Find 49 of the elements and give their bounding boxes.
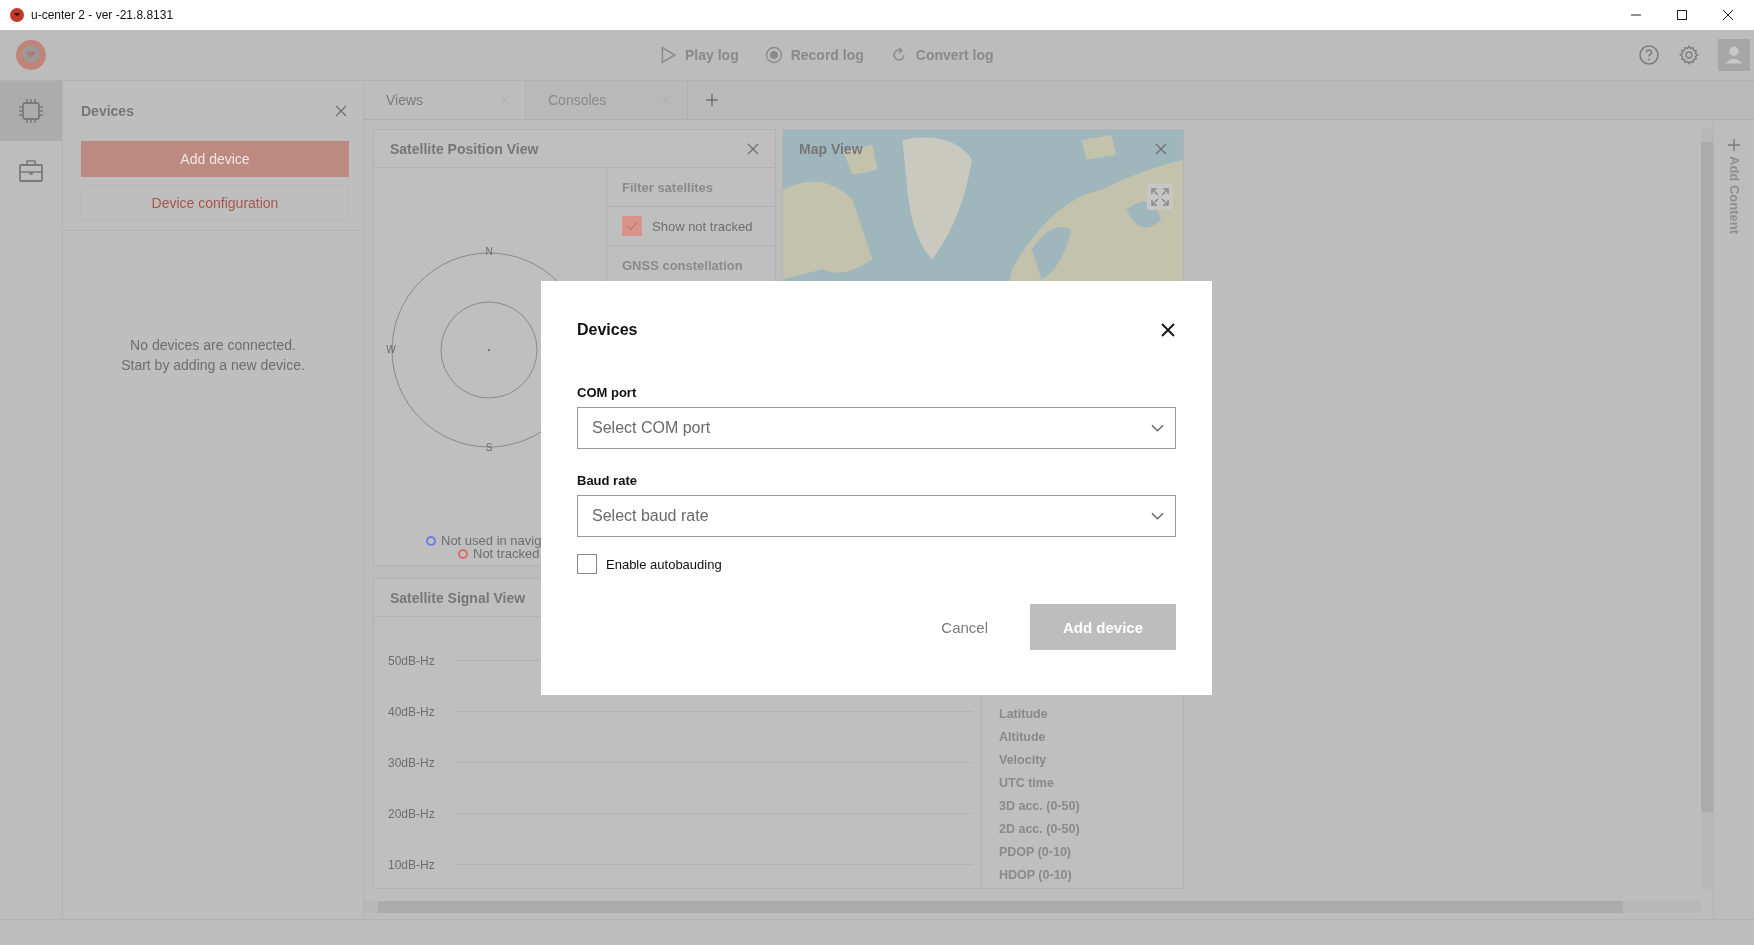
dialog-title: Devices bbox=[577, 321, 638, 339]
axis-label: 50dB-Hz bbox=[388, 653, 436, 668]
check-icon bbox=[625, 219, 639, 233]
panel-title: Satellite Signal View bbox=[390, 589, 526, 606]
field-label: COM port bbox=[577, 385, 638, 400]
dropdown-field[interactable]: Select baud rate bbox=[577, 495, 1176, 537]
panel-title: Satellite Position View bbox=[390, 140, 539, 157]
record-icon bbox=[764, 46, 783, 64]
chevron-down-icon bbox=[1151, 512, 1164, 520]
legend-label: Not tracked bbox=[473, 547, 540, 560]
user-avatar-icon[interactable] bbox=[1718, 39, 1750, 71]
fullscreen-button[interactable] bbox=[1147, 184, 1173, 210]
checkbox-label: Show not tracked bbox=[652, 218, 753, 234]
empty-message: No devices are connected. Start by adding a new device. bbox=[120, 336, 306, 375]
add-icon[interactable] bbox=[1727, 138, 1741, 152]
device-configuration-button[interactable]: Device configuration bbox=[81, 185, 349, 220]
chevron-down-icon bbox=[1151, 424, 1164, 432]
compass-label: S bbox=[485, 442, 493, 453]
help-icon[interactable] bbox=[1638, 44, 1660, 66]
panel-title: Devices bbox=[81, 103, 134, 119]
panel-title: Map View bbox=[799, 140, 863, 157]
add-device-button[interactable]: Add device bbox=[81, 141, 349, 177]
axis-label: 30dB-Hz bbox=[388, 755, 436, 770]
close-icon[interactable] bbox=[1722, 9, 1734, 21]
window-title: u-center 2 - ver -21.8.8131 bbox=[31, 8, 174, 22]
axis-label: 40dB-Hz bbox=[388, 704, 436, 719]
compass-label: N bbox=[485, 246, 493, 257]
field-label: Baud rate bbox=[577, 473, 638, 488]
play-icon bbox=[659, 46, 677, 64]
add-tab-icon[interactable] bbox=[705, 93, 719, 107]
compass-label: W bbox=[386, 344, 396, 355]
maximize-icon[interactable] bbox=[1676, 9, 1688, 21]
app-logo-icon bbox=[9, 7, 25, 23]
checkbox-label: Enable autobauding bbox=[606, 556, 722, 572]
checkbox[interactable] bbox=[622, 216, 642, 236]
dropdown-field[interactable]: Select COM port bbox=[577, 407, 1176, 449]
add-device-button[interactable]: Add device bbox=[1030, 604, 1176, 650]
cancel-button[interactable]: Cancel bbox=[935, 610, 994, 644]
checkbox[interactable] bbox=[577, 554, 597, 574]
axis-label: 20dB-Hz bbox=[388, 806, 436, 821]
legend-label: Not used in navig bbox=[441, 534, 542, 547]
chip-icon bbox=[18, 98, 44, 124]
axis-label: 10dB-Hz bbox=[388, 857, 436, 872]
app-logo-icon[interactable] bbox=[15, 39, 47, 71]
settings-icon[interactable] bbox=[1678, 44, 1700, 66]
close-icon[interactable] bbox=[1160, 322, 1176, 338]
briefcase-icon bbox=[18, 158, 44, 184]
tab[interactable]: Views bbox=[364, 81, 526, 119]
sidebar-item[interactable] bbox=[0, 81, 62, 141]
